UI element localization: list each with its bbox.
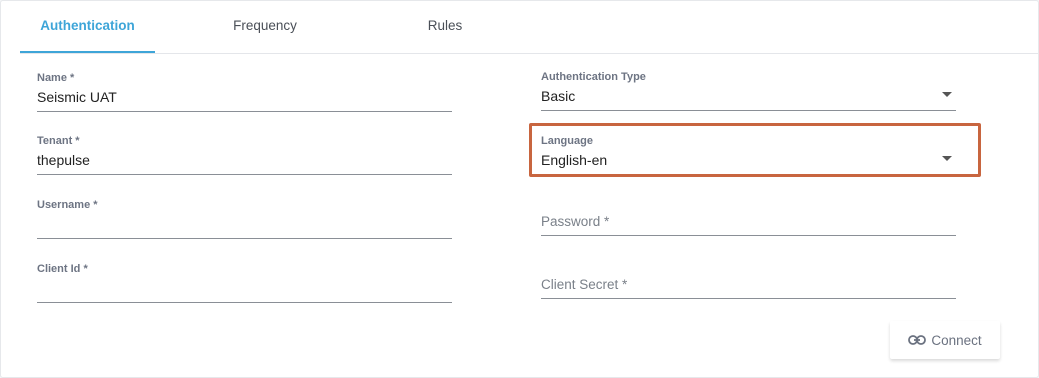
client-secret-field[interactable]: Client Secret * [541, 275, 956, 299]
password-field[interactable]: Password * [541, 212, 956, 236]
password-underline [541, 235, 956, 236]
chevron-down-icon[interactable] [942, 156, 952, 161]
client-id-label: Client Id * [37, 263, 88, 275]
name-input[interactable]: Seismic UAT [37, 87, 452, 107]
chevron-down-icon[interactable] [942, 92, 952, 97]
username-underline [37, 238, 452, 239]
client-id-field[interactable]: Client Id * [37, 262, 452, 303]
tab-authentication[interactable]: Authentication [20, 1, 155, 53]
tenant-underline [37, 174, 452, 175]
tab-bar: Authentication Frequency Rules [20, 1, 1038, 54]
language-select[interactable]: Language English-en [541, 134, 956, 170]
tab-frequency[interactable]: Frequency [200, 1, 330, 53]
username-label: Username * [37, 199, 98, 211]
link-icon [908, 334, 927, 346]
tenant-field[interactable]: Tenant * thepulse [37, 134, 452, 175]
tab-rules[interactable]: Rules [380, 1, 510, 53]
client-id-underline [37, 302, 452, 303]
tenant-input[interactable]: thepulse [37, 150, 452, 170]
client-secret-input[interactable]: Client Secret * [541, 275, 956, 295]
name-label: Name * [37, 72, 75, 84]
language-value[interactable]: English-en [541, 150, 956, 170]
username-field[interactable]: Username * [37, 198, 452, 239]
auth-type-label: Authentication Type [541, 71, 646, 83]
language-label: Language [541, 135, 593, 147]
client-id-input[interactable] [37, 278, 452, 298]
name-underline [37, 111, 452, 112]
auth-type-value[interactable]: Basic [541, 86, 956, 106]
connector-settings-card: Authentication Frequency Rules Name * Se… [0, 0, 1039, 378]
password-input[interactable]: Password * [541, 212, 956, 232]
auth-type-underline [541, 110, 956, 111]
name-field[interactable]: Name * Seismic UAT [37, 71, 452, 112]
username-input[interactable] [37, 214, 452, 234]
auth-type-select[interactable]: Authentication Type Basic [541, 70, 956, 111]
connect-button[interactable]: Connect [890, 321, 1000, 359]
connect-label: Connect [931, 332, 982, 348]
tenant-label: Tenant * [37, 135, 80, 147]
client-secret-underline [541, 298, 956, 299]
